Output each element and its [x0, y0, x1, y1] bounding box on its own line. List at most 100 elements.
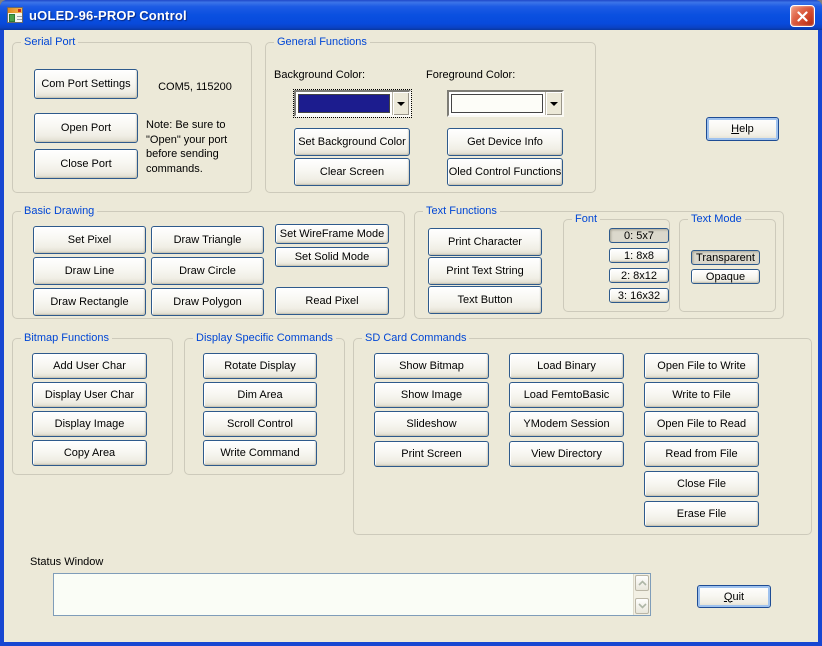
print-text-string-button[interactable]: Print Text String	[428, 257, 542, 285]
load-binary-button[interactable]: Load Binary	[509, 353, 624, 379]
font-group: Font 0: 5x7 1: 8x8 2: 8x12 3: 16x32	[563, 213, 670, 312]
app-icon-line	[17, 16, 22, 17]
font-group-label: Font	[572, 213, 601, 226]
erase-file-button[interactable]: Erase File	[644, 501, 759, 527]
text-mode-group: Text Mode Transparent Opaque	[679, 213, 776, 312]
write-command-button[interactable]: Write Command	[203, 440, 317, 466]
view-directory-button[interactable]: View Directory	[509, 441, 624, 467]
chevron-down-icon	[397, 101, 405, 106]
background-color-label: Background Color:	[274, 69, 366, 81]
com-port-settings-button[interactable]: Com Port Settings	[34, 69, 138, 99]
read-from-file-button[interactable]: Read from File	[644, 441, 759, 467]
ymodem-session-button[interactable]: YModem Session	[509, 411, 624, 437]
set-background-color-button[interactable]: Set Background Color	[294, 128, 410, 156]
set-pixel-button[interactable]: Set Pixel	[33, 226, 146, 254]
display-user-char-button[interactable]: Display User Char	[32, 382, 147, 408]
port-note-text: Note: Be sure to "Open" your port before…	[146, 119, 228, 175]
text-functions-group-label: Text Functions	[423, 205, 500, 218]
set-solid-mode-button[interactable]: Set Solid Mode	[275, 247, 389, 267]
quit-button-label: Quit	[723, 590, 745, 603]
help-button[interactable]: Help	[706, 117, 779, 141]
font-1-8x8-button[interactable]: 1: 8x8	[609, 248, 669, 263]
app-icon[interactable]	[7, 7, 23, 23]
status-window-textbox[interactable]	[53, 573, 651, 616]
draw-triangle-button[interactable]: Draw Triangle	[151, 226, 264, 254]
show-image-button[interactable]: Show Image	[374, 382, 489, 408]
serial-port-group: Serial Port Com Port Settings COM5, 1152…	[12, 36, 252, 193]
open-file-to-read-button[interactable]: Open File to Read	[644, 411, 759, 437]
text-functions-group: Text Functions Print Character Print Tex…	[414, 205, 784, 319]
font-3-16x32-button[interactable]: 3: 16x32	[609, 288, 669, 303]
general-functions-group: General Functions Background Color: Fore…	[265, 36, 596, 193]
draw-line-button[interactable]: Draw Line	[33, 257, 146, 285]
status-window-content	[57, 576, 630, 613]
app-icon-dot	[18, 9, 21, 12]
font-2-8x12-button[interactable]: 2: 8x12	[609, 268, 669, 283]
oled-control-functions-button[interactable]: Oled Control Functions	[447, 158, 563, 186]
background-color-dropdown-button[interactable]	[392, 92, 409, 115]
close-port-button[interactable]: Close Port	[34, 149, 138, 179]
draw-rectangle-button[interactable]: Draw Rectangle	[33, 288, 146, 316]
draw-circle-button[interactable]: Draw Circle	[151, 257, 264, 285]
text-mode-opaque-button[interactable]: Opaque	[691, 269, 760, 284]
text-button-button[interactable]: Text Button	[428, 286, 542, 314]
close-icon	[797, 10, 808, 22]
general-functions-group-label: General Functions	[274, 36, 370, 49]
app-icon-cell	[9, 14, 15, 22]
draw-polygon-button[interactable]: Draw Polygon	[151, 288, 264, 316]
foreground-color-dropdown-button[interactable]	[545, 92, 562, 115]
help-button-label: Help	[731, 123, 754, 135]
open-port-button[interactable]: Open Port	[34, 113, 138, 143]
title-bar[interactable]: uOLED-96-PROP Control	[0, 0, 822, 30]
read-pixel-button[interactable]: Read Pixel	[275, 287, 389, 315]
scroll-down-button[interactable]	[635, 598, 649, 614]
window-title: uOLED-96-PROP Control	[29, 7, 187, 23]
status-window-label: Status Window	[30, 556, 104, 568]
foreground-color-field	[449, 92, 545, 115]
serial-port-group-label: Serial Port	[21, 36, 79, 49]
set-wireframe-mode-button[interactable]: Set WireFrame Mode	[275, 224, 389, 244]
display-image-button[interactable]: Display Image	[32, 411, 147, 437]
bitmap-functions-group: Bitmap Functions Add User Char Display U…	[12, 332, 173, 475]
foreground-color-swatch	[451, 94, 543, 113]
font-0-5x7-button[interactable]: 0: 5x7	[609, 228, 669, 243]
status-window-scrollbar[interactable]	[633, 574, 650, 615]
sd-card-group: SD Card Commands Show Bitmap Show Image …	[353, 332, 812, 535]
get-device-info-button[interactable]: Get Device Info	[447, 128, 563, 156]
port-status-text: COM5, 115200	[158, 81, 232, 93]
quit-button[interactable]: Quit	[697, 585, 771, 608]
background-color-dropdown[interactable]	[293, 89, 412, 118]
text-mode-group-label: Text Mode	[688, 213, 745, 226]
background-color-field	[296, 92, 392, 115]
scroll-control-button[interactable]: Scroll Control	[203, 411, 317, 437]
clear-screen-button[interactable]: Clear Screen	[294, 158, 410, 186]
chevron-down-icon	[550, 101, 558, 106]
foreground-color-dropdown[interactable]	[447, 90, 564, 117]
chevron-up-icon	[637, 580, 647, 586]
bitmap-functions-group-label: Bitmap Functions	[21, 332, 112, 345]
rotate-display-button[interactable]: Rotate Display	[203, 353, 317, 379]
add-user-char-button[interactable]: Add User Char	[32, 353, 147, 379]
close-button[interactable]	[790, 5, 815, 27]
display-specific-group: Display Specific Commands Rotate Display…	[184, 332, 345, 475]
app-icon-line	[17, 19, 22, 20]
write-to-file-button[interactable]: Write to File	[644, 382, 759, 408]
foreground-color-label: Foreground Color:	[426, 69, 516, 81]
slideshow-button[interactable]: Slideshow	[374, 411, 489, 437]
dim-area-button[interactable]: Dim Area	[203, 382, 317, 408]
copy-area-button[interactable]: Copy Area	[32, 440, 147, 466]
basic-drawing-group: Basic Drawing Set Pixel Draw Triangle Dr…	[12, 205, 405, 319]
basic-drawing-group-label: Basic Drawing	[21, 205, 98, 218]
text-mode-transparent-button[interactable]: Transparent	[691, 250, 760, 265]
display-specific-group-label: Display Specific Commands	[193, 332, 336, 345]
open-file-to-write-button[interactable]: Open File to Write	[644, 353, 759, 379]
scroll-up-button[interactable]	[635, 575, 649, 591]
close-file-button[interactable]: Close File	[644, 471, 759, 497]
show-bitmap-button[interactable]: Show Bitmap	[374, 353, 489, 379]
print-screen-button[interactable]: Print Screen	[374, 441, 489, 467]
dialog-body: Serial Port Com Port Settings COM5, 1152…	[4, 30, 818, 642]
load-femtobasic-button[interactable]: Load FemtoBasic	[509, 382, 624, 408]
background-color-swatch	[298, 94, 390, 113]
app-window: uOLED-96-PROP Control Serial Port Com Po…	[0, 0, 822, 646]
print-character-button[interactable]: Print Character	[428, 228, 542, 256]
